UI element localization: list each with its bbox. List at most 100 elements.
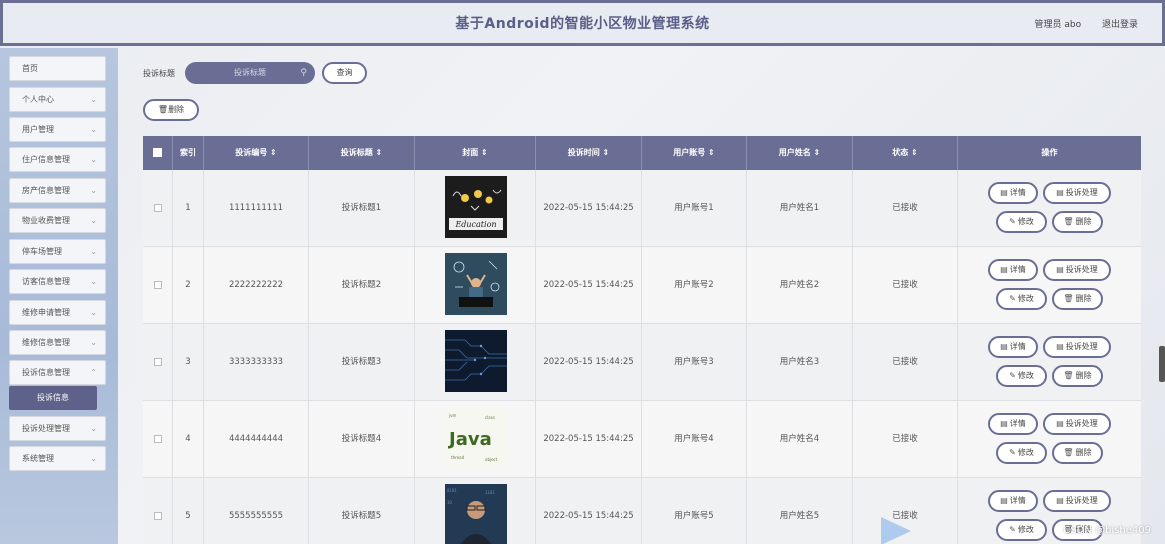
document-icon: ▤ (1056, 342, 1064, 351)
trash-icon: 🗑 (157, 105, 169, 114)
cover-image (445, 330, 507, 392)
row-time: 2022-05-15 15:44:25 (536, 247, 642, 324)
handle-complaint-button[interactable]: ▤ 投诉处理 (1043, 336, 1111, 358)
row-select-cell[interactable] (143, 324, 173, 401)
col-account[interactable]: 用户账号 ⇕ (642, 136, 747, 170)
delete-button-label: 删除 (1075, 217, 1092, 226)
row-actions: ▤ 详情 ▤ 投诉处理 ✎ 修改 🗑 删除 (958, 324, 1141, 401)
cover-text: Education (454, 220, 496, 229)
row-select-cell[interactable] (143, 478, 173, 544)
sidebar-item-residents[interactable]: 住户信息管理 ⌄ (9, 147, 106, 172)
edit-button-label: 修改 (1017, 448, 1034, 457)
query-button[interactable]: 查询 (322, 62, 367, 84)
search-input[interactable]: 投诉标题 ⚲ (185, 62, 315, 84)
row-cover (415, 247, 536, 324)
handle-complaint-button[interactable]: ▤ 投诉处理 (1043, 259, 1111, 281)
sidebar-item-label: 维修申请管理 (22, 308, 70, 317)
detail-button[interactable]: ▤ 详情 (988, 490, 1038, 512)
handle-button-label: 投诉处理 (1065, 188, 1098, 197)
edit-button-label: 修改 (1017, 217, 1034, 226)
sidebar-item-parking[interactable]: 停车场管理 ⌄ (9, 239, 106, 264)
chevron-down-icon: ⌄ (90, 277, 97, 286)
row-time: 2022-05-15 15:44:25 (536, 478, 642, 544)
row-actions: ▤ 详情 ▤ 投诉处理 ✎ 修改 🗑 删除 (958, 247, 1141, 324)
row-account: 用户账号5 (642, 478, 747, 544)
edit-button[interactable]: ✎ 修改 (996, 211, 1047, 233)
sidebar-subitem-complaint-info[interactable]: 投诉信息 (9, 386, 97, 410)
delete-button-label: 删除 (168, 105, 185, 114)
row-delete-button[interactable]: 🗑 删除 (1052, 365, 1103, 387)
row-name: 用户姓名3 (747, 324, 853, 401)
edit-button[interactable]: ✎ 修改 (996, 365, 1047, 387)
row-account: 用户账号3 (642, 324, 747, 401)
row-delete-button[interactable]: 🗑 删除 (1052, 211, 1103, 233)
edit-button-label: 修改 (1017, 371, 1034, 380)
row-select-cell[interactable] (143, 247, 173, 324)
sidebar-item-users[interactable]: 用户管理 ⌄ (9, 117, 106, 142)
detail-button-label: 详情 (1009, 342, 1026, 351)
row-checkbox[interactable] (153, 511, 162, 520)
chevron-down-icon: ⌄ (90, 424, 97, 433)
sidebar-item-property[interactable]: 房产信息管理 ⌄ (9, 178, 106, 203)
scrollbar[interactable] (1159, 346, 1165, 382)
sidebar-item-visitors[interactable]: 访客信息管理 ⌄ (9, 269, 106, 294)
watermark: CSDN @bishe409 (1063, 525, 1151, 536)
sidebar-item-complaint-handling[interactable]: 投诉处理管理 ⌄ (9, 416, 106, 441)
row-checkbox[interactable] (153, 357, 162, 366)
handle-complaint-button[interactable]: ▤ 投诉处理 (1043, 182, 1111, 204)
chevron-down-icon: ⌄ (90, 308, 97, 317)
detail-button[interactable]: ▤ 详情 (988, 336, 1038, 358)
trash-icon: 🗑 (1063, 217, 1074, 226)
sidebar-item-label: 用户管理 (22, 125, 54, 134)
edit-button[interactable]: ✎ 修改 (996, 288, 1047, 310)
sidebar-item-label: 投诉信息管理 (22, 368, 70, 377)
row-select-cell[interactable] (143, 401, 173, 478)
cover-image: jvm class thread object Java (445, 407, 507, 469)
row-time: 2022-05-15 15:44:25 (536, 401, 642, 478)
row-select-cell[interactable] (143, 170, 173, 247)
sidebar-item-fees[interactable]: 物业收费管理 ⌄ (9, 208, 106, 233)
detail-button-label: 详情 (1009, 265, 1026, 274)
search-label: 投诉标题 (143, 69, 175, 78)
edit-button[interactable]: ✎ 修改 (996, 442, 1047, 464)
user-info: 管理员 abo 退出登录 (1035, 17, 1139, 30)
col-time[interactable]: 投诉时间 ⇕ (536, 136, 642, 170)
sidebar-item-complaints[interactable]: 投诉信息管理 ⌃ (9, 360, 106, 385)
col-cover[interactable]: 封面 ⇕ (415, 136, 536, 170)
handle-button-label: 投诉处理 (1065, 265, 1098, 274)
row-delete-button[interactable]: 🗑 删除 (1052, 442, 1103, 464)
sidebar-item-repair-requests[interactable]: 维修申请管理 ⌄ (9, 300, 106, 325)
row-code: 4444444444 (204, 401, 309, 478)
select-all-checkbox[interactable] (153, 148, 162, 157)
col-title[interactable]: 投诉标题 ⇕ (309, 136, 415, 170)
detail-button[interactable]: ▤ 详情 (988, 259, 1038, 281)
chevron-down-icon: ⌄ (90, 155, 97, 164)
trash-icon: 🗑 (1063, 294, 1074, 303)
edit-button[interactable]: ✎ 修改 (996, 519, 1047, 541)
sidebar-item-repair-info[interactable]: 维修信息管理 ⌄ (9, 330, 106, 355)
col-status[interactable]: 状态 ⇕ (853, 136, 958, 170)
row-name: 用户姓名5 (747, 478, 853, 544)
handle-complaint-button[interactable]: ▤ 投诉处理 (1043, 413, 1111, 435)
delete-button[interactable]: 🗑删除 (143, 99, 199, 121)
handle-complaint-button[interactable]: ▤ 投诉处理 (1043, 490, 1111, 512)
col-code[interactable]: 投诉编号 ⇕ (204, 136, 309, 170)
cover-image (445, 253, 507, 315)
edit-icon: ✎ (1009, 525, 1016, 534)
svg-text:0101: 0101 (447, 488, 457, 493)
row-checkbox[interactable] (153, 203, 162, 212)
row-checkbox[interactable] (153, 280, 162, 289)
sidebar-item-home[interactable]: 首页 (9, 56, 106, 81)
table-row: 5 5555555555 投诉标题5 0101 1101 10 2022-05-15 15:… (143, 478, 1141, 544)
sidebar-item-system[interactable]: 系统管理 ⌄ (9, 446, 106, 471)
sidebar-item-label: 个人中心 (22, 95, 54, 104)
detail-button[interactable]: ▤ 详情 (988, 182, 1038, 204)
select-all-cell[interactable] (143, 136, 173, 170)
row-code: 3333333333 (204, 324, 309, 401)
col-name[interactable]: 用户姓名 ⇕ (747, 136, 853, 170)
row-checkbox[interactable] (153, 434, 162, 443)
logout-link[interactable]: 退出登录 (1102, 20, 1138, 30)
sidebar-item-profile[interactable]: 个人中心 ⌄ (9, 87, 106, 112)
detail-button[interactable]: ▤ 详情 (988, 413, 1038, 435)
row-delete-button[interactable]: 🗑 删除 (1052, 288, 1103, 310)
